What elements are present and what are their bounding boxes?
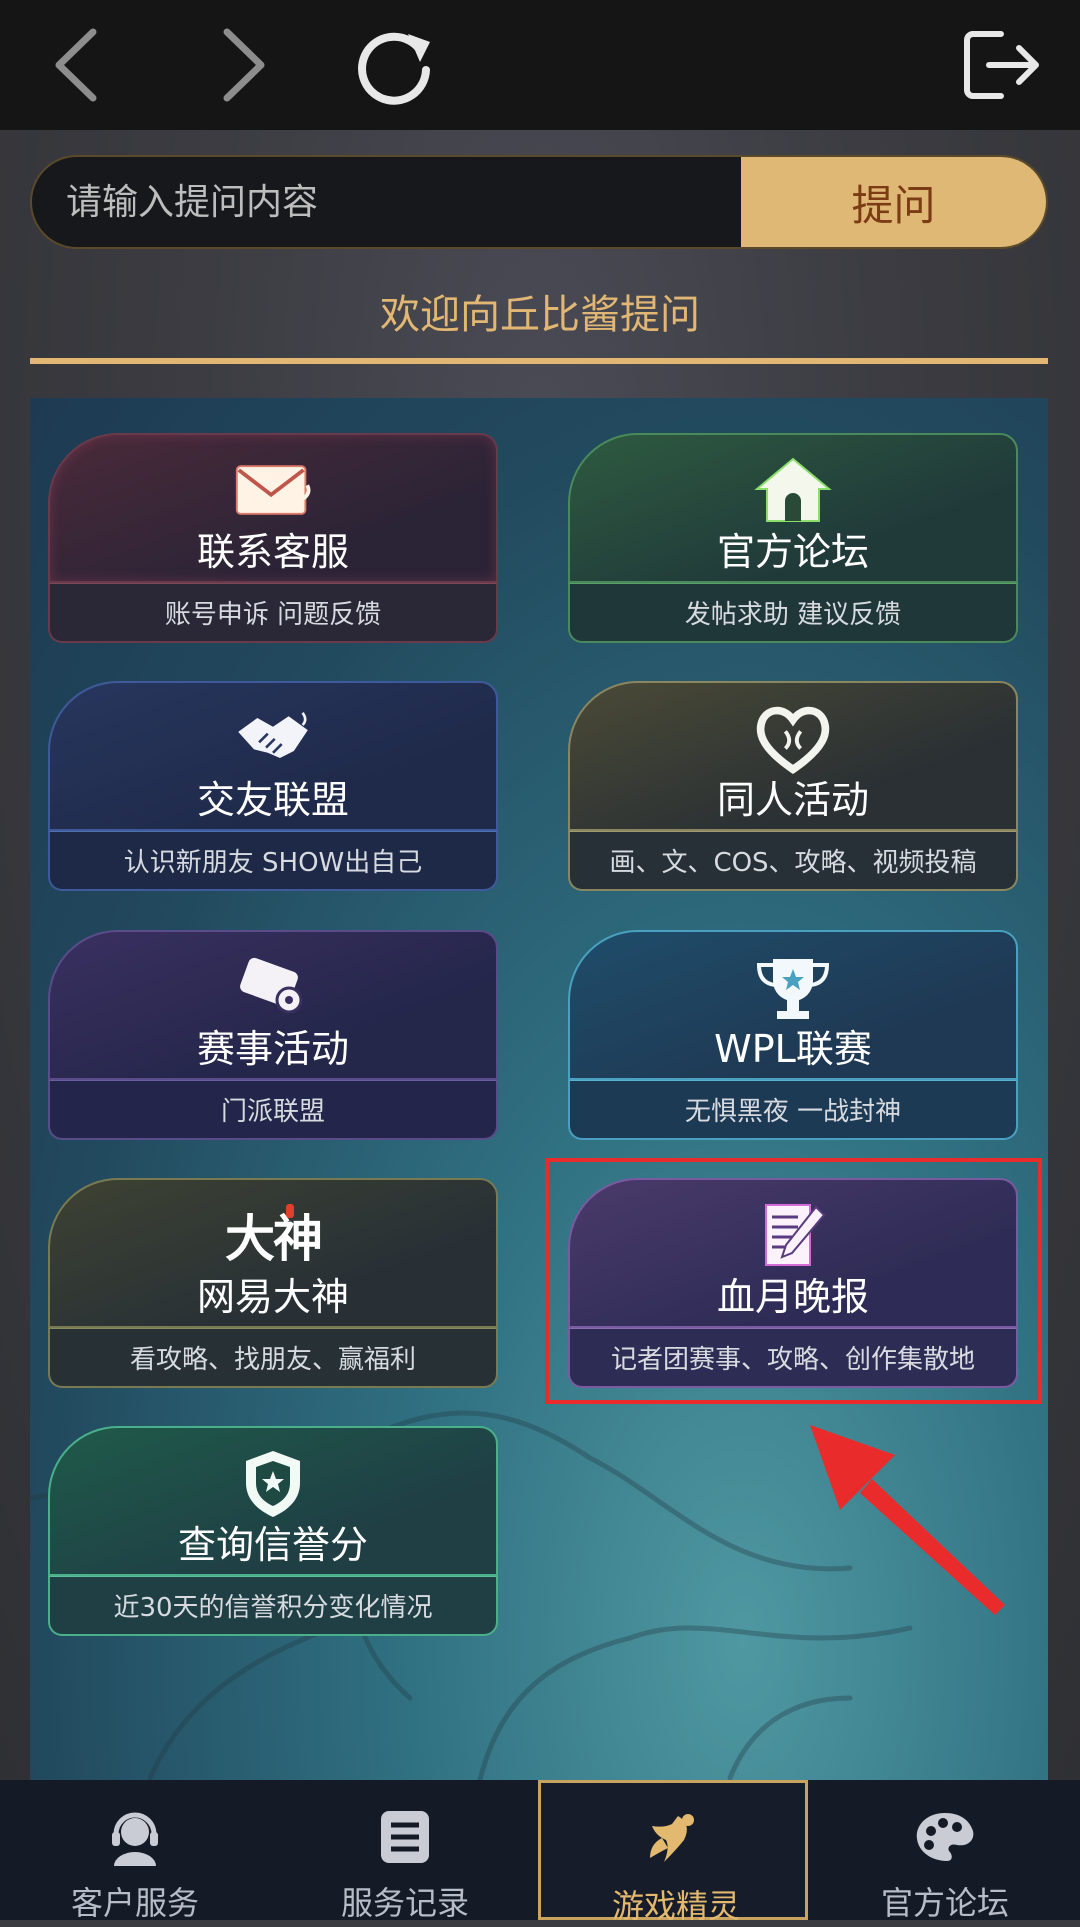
card-title: 网易大神 (196, 1275, 349, 1319)
annotation-arrow (810, 1425, 1005, 1615)
tab-label: 官方论坛 (880, 1884, 1009, 1922)
dashen-logo-dot (286, 1204, 294, 1218)
heart-icon (753, 703, 833, 775)
envelope-icon (233, 455, 313, 525)
card-contact-service[interactable]: 账号申诉 问题反馈 联系客服 (48, 433, 498, 643)
shield-star-icon (233, 1448, 313, 1518)
card-title: 查询信誉分 (177, 1523, 368, 1567)
fairy-icon (641, 1805, 711, 1875)
tab-service-records[interactable]: 服务记录 (270, 1780, 540, 1922)
question-input[interactable] (32, 157, 742, 247)
highlight-box (545, 1158, 1042, 1404)
scroll-icon (233, 952, 313, 1022)
ask-button[interactable]: 提问 (741, 157, 1046, 247)
palette-icon (910, 1802, 980, 1872)
tab-official-forum[interactable]: 官方论坛 (810, 1780, 1080, 1922)
reload-button[interactable] (350, 20, 440, 110)
trophy-icon (753, 952, 833, 1022)
card-title: 赛事活动 (196, 1027, 349, 1071)
card-title: 交友联盟 (196, 778, 349, 822)
card-credit-score[interactable]: 近30天的信誉积分变化情况 查询信誉分 (48, 1426, 498, 1636)
card-fan-activities[interactable]: 画、文、COS、攻略、视频投稿 同人活动 (568, 681, 1018, 891)
card-subtitle: 无惧黑夜 一战封神 (568, 1080, 1018, 1140)
card-title: 联系客服 (196, 530, 349, 574)
headset-icon (100, 1802, 170, 1872)
card-tournament[interactable]: 门派联盟 赛事活动 (48, 930, 498, 1140)
bottom-tab-bar: 客户服务 服务记录 游戏精灵 官方论坛 (0, 1780, 1080, 1925)
dashen-logo: 大神 (208, 1200, 338, 1270)
tab-label: 游戏精灵 (611, 1887, 740, 1925)
card-title: 同人活动 (716, 778, 869, 822)
card-wpl-league[interactable]: 无惧黑夜 一战封神 WPL联赛 (568, 930, 1018, 1140)
top-bar (0, 0, 1080, 130)
reload-icon (358, 32, 430, 105)
chevron-right-icon (223, 28, 265, 102)
card-subtitle: 发帖求助 建议反馈 (568, 583, 1018, 643)
card-title: 官方论坛 (716, 530, 869, 574)
card-title: WPL联赛 (714, 1027, 872, 1071)
logout-icon (964, 31, 1039, 99)
back-button[interactable] (35, 20, 125, 110)
card-official-forum[interactable]: 发帖求助 建议反馈 官方论坛 (568, 433, 1018, 643)
forward-button[interactable] (195, 20, 285, 110)
card-netease-dashen[interactable]: 看攻略、找朋友、赢福利 大神 网易大神 (48, 1178, 498, 1388)
tab-customer-service[interactable]: 客户服务 (0, 1780, 270, 1922)
exit-button[interactable] (955, 20, 1045, 110)
card-subtitle: 门派联盟 (48, 1080, 498, 1140)
card-subtitle: 看攻略、找朋友、赢福利 (48, 1328, 498, 1388)
tab-label: 客户服务 (70, 1884, 199, 1922)
handshake-icon (233, 703, 313, 773)
question-search-bar: 提问 (30, 155, 1048, 249)
card-subtitle: 画、文、COS、攻略、视频投稿 (568, 831, 1018, 891)
card-subtitle: 账号申诉 问题反馈 (48, 583, 498, 643)
card-subtitle: 近30天的信誉积分变化情况 (48, 1576, 498, 1636)
house-icon (753, 455, 833, 525)
welcome-divider (30, 358, 1048, 364)
tab-game-fairy[interactable]: 游戏精灵 (538, 1780, 808, 1925)
tab-label: 服务记录 (340, 1884, 469, 1922)
list-icon (370, 1802, 440, 1872)
welcome-text: 欢迎向丘比酱提问 (380, 292, 700, 338)
card-subtitle: 认识新朋友 SHOW出自己 (48, 831, 498, 891)
dashen-logo-text: 大神 (225, 1210, 323, 1268)
card-friend-alliance[interactable]: 认识新朋友 SHOW出自己 交友联盟 (48, 681, 498, 891)
chevron-left-icon (55, 28, 97, 102)
